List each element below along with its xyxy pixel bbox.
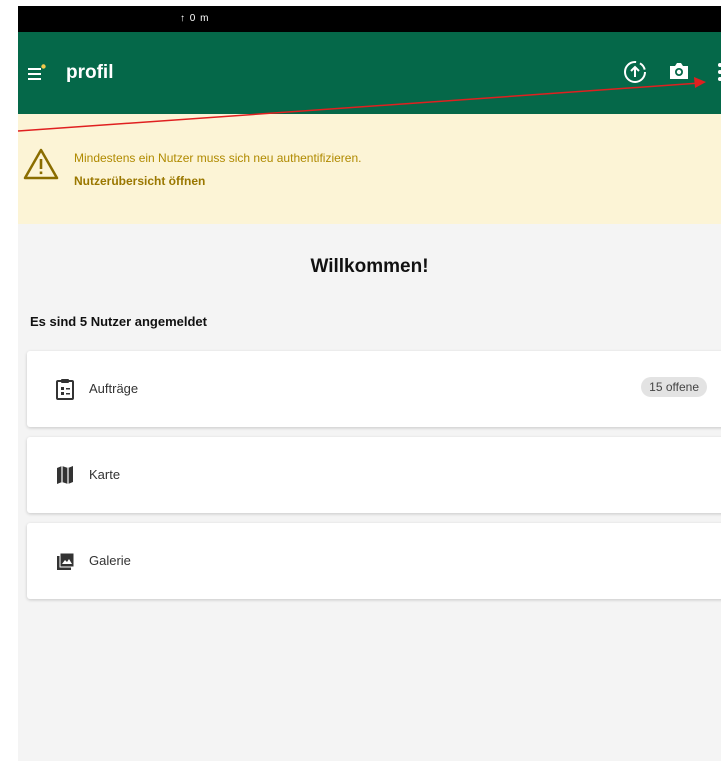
menu-item-label: Aufträge [89, 381, 139, 396]
app-screen: ↑ 0 m profil Mindestens ein Nutzer muss … [18, 6, 721, 761]
user-overview-link[interactable]: Nutzerübersicht öffnen [74, 174, 205, 188]
upload-icon[interactable] [622, 59, 648, 85]
open-orders-badge: 15 offene [641, 377, 707, 397]
menu-item-map[interactable]: Karte [27, 437, 721, 513]
menu-icon[interactable] [28, 64, 46, 80]
warning-icon [23, 148, 59, 180]
warning-message: Mindestens ein Nutzer muss sich neu auth… [74, 151, 362, 165]
gallery-icon [57, 552, 75, 570]
menu-item-label: Galerie [89, 553, 131, 568]
welcome-title: Willkommen! [310, 256, 429, 277]
map-icon [57, 466, 73, 484]
status-text: ↑ 0 m [180, 13, 210, 24]
menu-item-gallery[interactable]: Galerie [27, 523, 721, 599]
menu-item-label: Karte [89, 467, 121, 482]
logged-in-users-text: Es sind 5 Nutzer angemeldet [30, 314, 207, 329]
more-vert-icon[interactable] [717, 62, 721, 82]
warning-banner: Mindestens ein Nutzer muss sich neu auth… [18, 114, 721, 224]
menu-item-orders[interactable]: Aufträge 15 offene [27, 351, 721, 427]
clipboard-icon [56, 379, 74, 400]
camera-icon[interactable] [668, 60, 690, 82]
status-bar: ↑ 0 m [18, 6, 721, 32]
page-title: profil [66, 62, 114, 83]
app-bar: profil [18, 32, 721, 114]
